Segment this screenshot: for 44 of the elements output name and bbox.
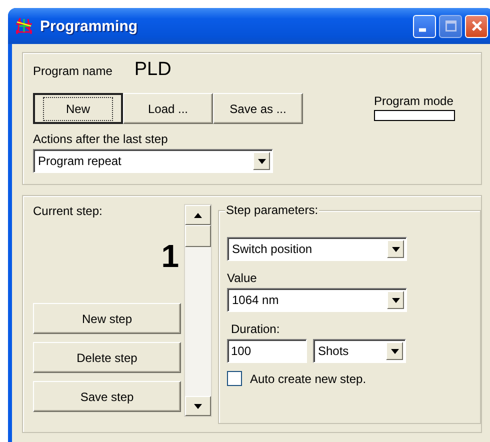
dropdown-button[interactable] — [387, 291, 404, 309]
duration-label: Duration: — [231, 322, 281, 336]
caret-icon — [390, 348, 398, 354]
vertical-scrollbar[interactable] — [184, 204, 212, 417]
scroll-up-button[interactable] — [185, 205, 211, 225]
step-parameters-title: Step parameters: — [225, 203, 320, 217]
current-step-label: Current step: — [33, 204, 104, 218]
step-button[interactable]: Delete step — [33, 342, 181, 373]
close-icon — [470, 20, 482, 32]
scroll-down-button[interactable] — [185, 396, 211, 416]
dropdown[interactable]: Program repeat — [33, 149, 273, 173]
maximize-button[interactable] — [439, 14, 462, 38]
step-button[interactable]: Save step — [33, 381, 181, 412]
up-arrow-icon — [194, 212, 202, 218]
program-mode-label: Program mode — [374, 94, 454, 108]
dropdown-button[interactable] — [253, 152, 270, 170]
dropdown[interactable]: 1064 nm — [227, 288, 407, 312]
step-button[interactable]: New step — [33, 303, 181, 334]
minimize-icon — [419, 28, 426, 32]
minimize-button[interactable] — [413, 14, 436, 38]
maximize-icon — [444, 20, 456, 32]
program-button[interactable]: New — [33, 93, 123, 124]
dropdown[interactable]: Shots — [313, 339, 406, 363]
duration-field[interactable]: 100 — [227, 339, 307, 363]
window-title: Programming — [40, 18, 138, 34]
current-step-number: 1 — [161, 238, 179, 275]
caret-icon — [392, 246, 400, 252]
program-name-label: Program name — [33, 64, 112, 78]
dropdown[interactable]: Switch position — [227, 237, 407, 261]
down-arrow-icon — [194, 404, 202, 408]
scroll-thumb[interactable] — [185, 225, 211, 247]
caret-icon — [258, 158, 266, 164]
auto-create-label[interactable]: Auto create new step. — [250, 372, 366, 386]
program-name: PLD — [134, 59, 172, 81]
actions-label: Actions after the last step — [33, 132, 169, 146]
close-button[interactable] — [465, 14, 488, 38]
value-label: Value — [227, 271, 258, 285]
dropdown-button[interactable] — [386, 342, 403, 360]
program-button[interactable]: Save as ... — [213, 93, 303, 124]
program-button[interactable]: Load ... — [123, 93, 213, 124]
app-icon[interactable] — [14, 16, 34, 36]
caret-icon — [392, 298, 400, 302]
dropdown-button[interactable] — [387, 240, 404, 258]
checkbox[interactable] — [227, 371, 242, 386]
